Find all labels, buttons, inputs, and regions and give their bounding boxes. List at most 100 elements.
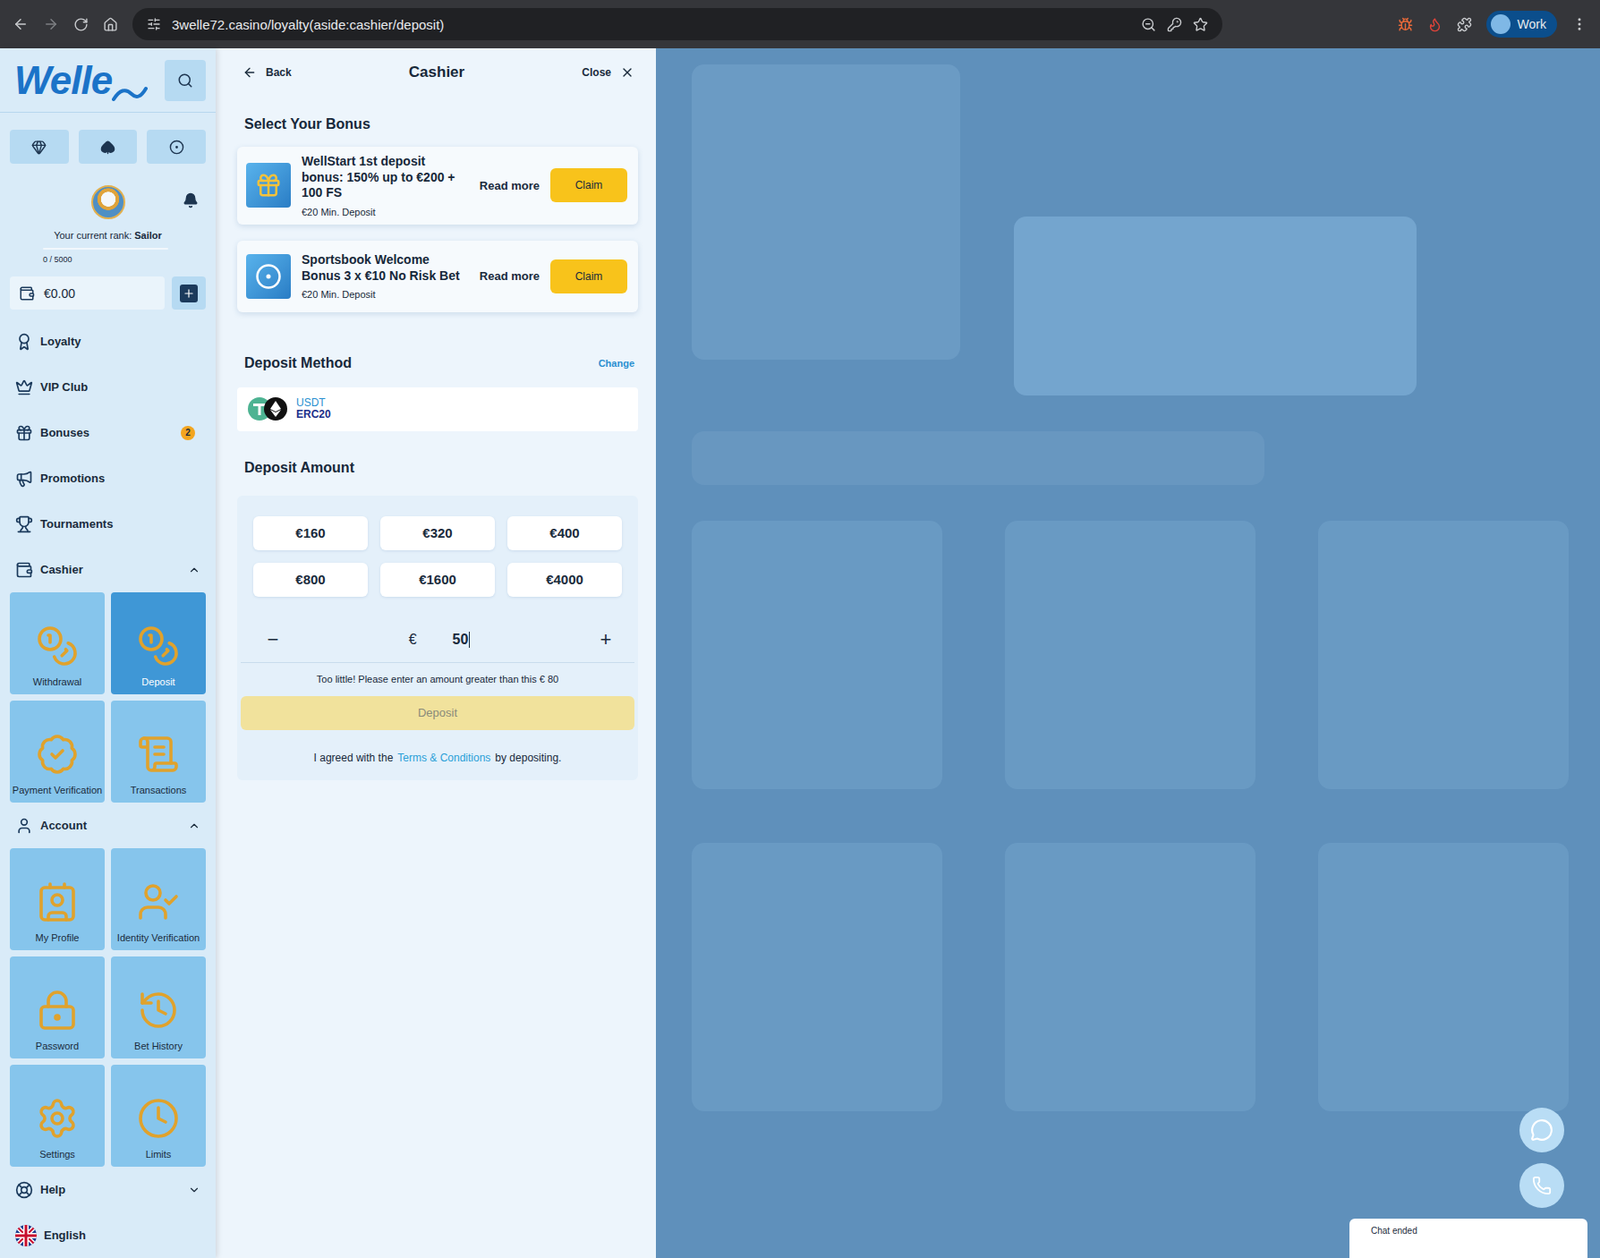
terms-link[interactable]: Terms & Conditions xyxy=(397,751,491,765)
sidebar-item[interactable]: Loyalty xyxy=(9,318,206,365)
reload-icon[interactable] xyxy=(73,17,89,33)
sidebar-tile[interactable]: Password xyxy=(9,956,105,1059)
preset-button[interactable]: €320 xyxy=(380,516,495,551)
close-button[interactable]: Close xyxy=(581,65,635,80)
sidebar-tile[interactable]: Deposit xyxy=(110,592,206,695)
extension-icon[interactable] xyxy=(1427,17,1443,33)
cards-tab[interactable] xyxy=(78,129,138,164)
bonus-card: WellStart 1st deposit bonus: 150% up to … xyxy=(237,146,639,225)
profile-chip[interactable]: Work xyxy=(1486,10,1558,38)
home-icon[interactable] xyxy=(102,17,119,33)
preset-button[interactable]: €4000 xyxy=(507,562,622,597)
decrease-button[interactable]: − xyxy=(262,628,284,652)
ethereum-icon xyxy=(263,397,288,421)
blurred-card xyxy=(691,842,943,1112)
sidebar-tile[interactable]: Settings xyxy=(9,1064,105,1167)
change-link[interactable]: Change xyxy=(598,357,635,369)
section-title: Deposit MethodChange xyxy=(237,349,639,377)
chat-button[interactable] xyxy=(1519,1107,1565,1153)
chevron-down-icon xyxy=(187,1183,201,1197)
tile-label: Password xyxy=(35,1040,79,1052)
amount-input[interactable]: 50 xyxy=(452,631,471,648)
tile-illustration-icon xyxy=(136,624,180,668)
back-icon[interactable] xyxy=(12,16,29,33)
claim-button[interactable]: Claim xyxy=(550,168,628,203)
search-button[interactable] xyxy=(164,59,206,102)
preset-button[interactable]: €1600 xyxy=(380,562,495,597)
blurred-card xyxy=(1004,520,1256,790)
logo[interactable]: Welle xyxy=(14,58,148,103)
chevron-up-icon xyxy=(187,819,201,833)
sidebar-tile[interactable]: Identity Verification xyxy=(110,848,206,951)
notifications[interactable] xyxy=(182,192,199,213)
address-bar[interactable]: 3welle72.casino/loyalty(aside:cashier/de… xyxy=(132,8,1223,41)
amount-error: Too little! Please enter an amount great… xyxy=(240,673,635,685)
blurred-card xyxy=(691,520,943,790)
sidebar-tile[interactable]: Bet History xyxy=(110,956,206,1059)
sidebar-tile[interactable]: Payment Verification xyxy=(9,700,105,803)
section-title: Select Your Bonus xyxy=(237,110,639,138)
add-funds-button[interactable] xyxy=(171,276,206,310)
account-icon xyxy=(15,817,34,835)
menu-icon[interactable] xyxy=(1571,16,1588,33)
blurred-card xyxy=(1013,216,1417,396)
sports-tab[interactable] xyxy=(146,129,206,164)
sidebar-tile[interactable]: My Profile xyxy=(9,848,105,951)
tile-grid: WithdrawalDeposit Payment Verification Tra… xyxy=(9,592,206,803)
bonus-card: Sportsbook Welcome Bonus 3 x €10 No Risk… xyxy=(237,240,639,313)
menu-item-icon xyxy=(15,424,34,443)
whatsapp-button[interactable] xyxy=(1519,1163,1565,1209)
plus-icon xyxy=(182,287,196,300)
panel-header: Back Cashier Close xyxy=(237,48,639,97)
extension-icon[interactable] xyxy=(1397,17,1413,33)
key-icon[interactable] xyxy=(1166,17,1183,33)
read-more-link[interactable]: Read more xyxy=(479,269,540,283)
zoom-icon[interactable] xyxy=(1140,17,1157,33)
forward-icon[interactable] xyxy=(42,16,60,33)
deposit-method[interactable]: USDTERC20 xyxy=(237,387,639,432)
casino-tab[interactable] xyxy=(9,129,69,164)
sidebar-tile[interactable]: Withdrawal xyxy=(9,592,105,695)
cashier-icon xyxy=(15,561,34,579)
rank-avatar[interactable] xyxy=(91,185,126,220)
deposit-button[interactable]: Deposit xyxy=(240,696,635,731)
bonus-min-deposit: €20 Min. Deposit xyxy=(301,289,469,300)
page: Welle Your current rank: Sailor 0 / 5000 €0… xyxy=(0,48,1600,1258)
sidebar-tile[interactable]: Limits xyxy=(110,1064,206,1167)
bonus-list: WellStart 1st deposit bonus: 150% up to … xyxy=(237,146,639,313)
tile-illustration-icon xyxy=(136,880,180,924)
chat-status: Chat ended xyxy=(1349,1218,1588,1258)
sidebar-item[interactable]: VIP Club xyxy=(9,364,206,410)
read-more-link[interactable]: Read more xyxy=(479,178,540,193)
site-settings-icon[interactable] xyxy=(146,17,162,32)
preset-button[interactable]: €800 xyxy=(253,562,368,597)
browser-window: 3welle72.casino/loyalty(aside:cashier/de… xyxy=(0,0,1600,1258)
increase-button[interactable]: + xyxy=(595,628,617,652)
rank-text: Your current rank: Sailor xyxy=(9,229,206,241)
tile-illustration-icon xyxy=(35,732,79,776)
help-section[interactable]: Help xyxy=(9,1166,206,1213)
balance-field[interactable]: €0.00 xyxy=(9,276,165,310)
rank-progress-text: 0 / 5000 xyxy=(42,255,206,264)
sidebar-item[interactable]: Bonuses2 xyxy=(9,409,206,456)
extensions-icon[interactable] xyxy=(1456,17,1473,33)
tile-illustration-icon xyxy=(35,1097,79,1141)
balance-row: €0.00 xyxy=(9,276,206,310)
sidebar-item[interactable]: Promotions xyxy=(9,455,206,502)
tile-illustration-icon xyxy=(136,1097,180,1141)
preset-button[interactable]: €160 xyxy=(253,516,368,551)
account-section[interactable]: Account xyxy=(9,802,206,849)
cashier-section[interactable]: Cashier xyxy=(9,546,206,593)
bookmark-star-icon[interactable] xyxy=(1192,17,1209,33)
claim-button[interactable]: Claim xyxy=(550,259,628,294)
tile-label: Payment Verification xyxy=(12,784,103,796)
tile-illustration-icon xyxy=(35,988,79,1032)
language-selector[interactable]: English xyxy=(9,1212,206,1258)
back-button[interactable]: Back xyxy=(242,65,292,80)
menu-item-icon xyxy=(15,469,34,488)
preset-button[interactable]: €400 xyxy=(507,516,622,551)
logo-row: Welle xyxy=(0,48,216,113)
sidebar-item[interactable]: Tournaments xyxy=(9,501,206,547)
sidebar-tile[interactable]: Transactions xyxy=(110,700,206,803)
panel-title: Cashier xyxy=(408,63,465,82)
